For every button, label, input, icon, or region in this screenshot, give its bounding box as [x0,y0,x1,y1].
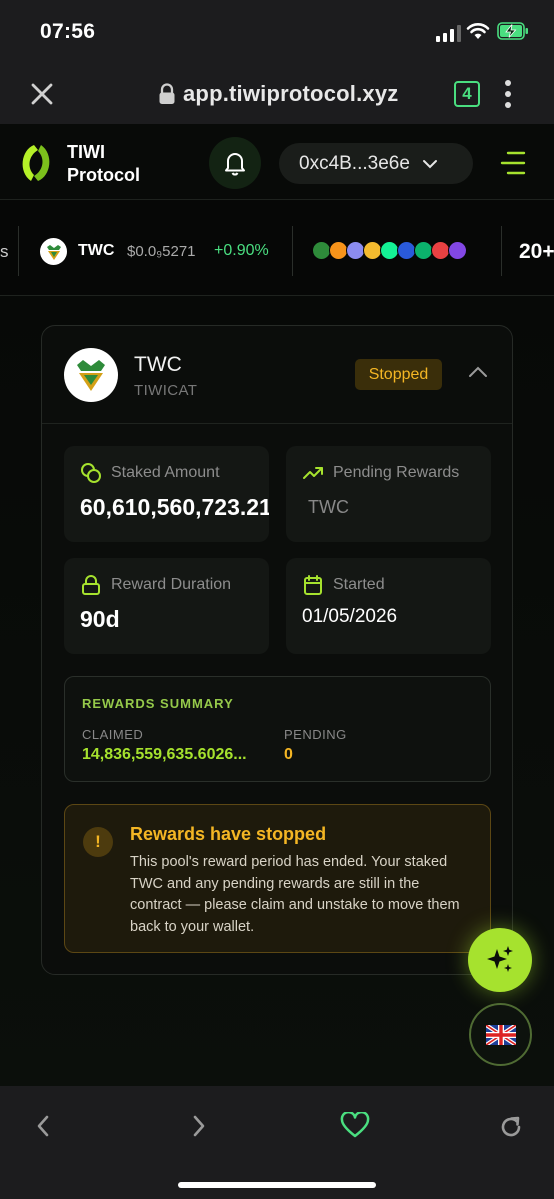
chevron-up-icon[interactable] [468,366,488,378]
language-selector-button[interactable] [469,1003,532,1066]
calendar-icon [304,575,322,595]
reload-icon[interactable] [497,1113,525,1141]
alert-title: Rewards have stopped [130,824,327,844]
ticker-divider [501,226,502,276]
tab-switcher-button[interactable]: 4 [454,81,480,107]
battery-charging-icon [497,22,528,40]
pool-token-symbol: TWC [134,353,182,376]
wallet-address-button[interactable]: 0xc4B...3e6e [279,143,473,184]
more-options-icon[interactable] [505,80,511,108]
lock-icon [159,83,175,104]
pool-token-name: TIWICAT [134,382,198,399]
app-header: TIWI Protocol 0xc4B...3e6e [0,124,554,200]
rewards-summary-title: REWARDS SUMMARY [82,696,234,711]
trending-up-icon [303,467,323,479]
twc-token-logo-icon [64,348,118,402]
clock: 07:56 [40,20,96,43]
ticker-previous-fragment: s [0,242,9,261]
forward-arrow-icon[interactable] [190,1114,208,1138]
uk-flag-icon [485,1024,516,1045]
browser-toolbar [0,1086,554,1199]
notifications-button[interactable] [209,137,261,189]
pending-rewards-label: Pending Rewards [333,464,460,481]
reward-duration-label: Reward Duration [111,576,232,593]
more-chains-count: 20+ [519,240,554,263]
browser-url-bar: app.tiwiprotocol.xyz 4 [0,66,554,124]
pending-value: 0 [284,746,293,763]
reward-duration-stat: Reward Duration 90d [64,558,269,654]
close-icon[interactable] [28,80,56,108]
rewards-stopped-alert: ! Rewards have stopped This pool's rewar… [64,804,491,953]
chevron-down-icon [422,159,437,168]
ticker-divider [18,226,19,276]
pending-rewards-value: TWC [308,497,349,517]
pending-label: PENDING [284,727,347,742]
ticker-change: +0.90% [214,242,269,259]
brand-name-line1: TIWI [67,142,105,162]
sparkles-icon [487,946,513,972]
ticker-symbol: TWC [78,242,115,259]
twc-token-icon [40,238,67,265]
back-arrow-icon[interactable] [34,1114,52,1138]
staked-amount-value: 60,610,560,723.21 [80,494,269,520]
started-date-stat: Started 01/05/2026 [286,558,491,654]
claimed-label: CLAIMED [82,727,144,742]
lock-icon [82,575,100,595]
hamburger-menu-icon[interactable] [500,151,526,175]
ticker-price: $0.0₉5271 [127,243,196,260]
pending-rewards-stat: Pending Rewards TWC [286,446,491,542]
chain-icon [448,241,467,260]
started-value: 01/05/2026 [302,606,398,627]
ticker-divider [292,226,293,276]
bell-icon [225,153,245,176]
started-label: Started [333,576,385,593]
tiwi-logo-icon[interactable] [16,142,56,184]
pool-card-header[interactable]: TWC TIWICAT Stopped [42,326,512,424]
warning-icon: ! [83,827,113,857]
staked-amount-label: Staked Amount [111,464,220,481]
cellular-signal-icon [436,24,461,42]
staked-amount-stat: Staked Amount 60,610,560,723.21 [64,446,269,542]
claimed-value: 14,836,559,635.6026... [82,746,247,763]
staking-pool-card: TWC TIWICAT Stopped Staked Amount 60,610… [41,325,513,975]
home-indicator [178,1182,376,1188]
pool-status-badge: Stopped [355,359,442,390]
rewards-summary: REWARDS SUMMARY CLAIMED 14,836,559,635.6… [64,676,491,782]
ai-assistant-button[interactable] [468,928,532,992]
wallet-address: 0xc4B...3e6e [299,152,410,174]
wifi-icon [466,23,490,39]
heart-icon[interactable] [340,1112,370,1139]
coins-icon [81,463,101,483]
status-bar: 07:56 [0,0,554,66]
address-bar-url[interactable]: app.tiwiprotocol.xyz [183,81,398,107]
brand-name-line2: Protocol [67,165,141,185]
reward-duration-value: 90d [80,606,120,632]
alert-message: This pool's reward period has ended. You… [130,854,460,935]
supported-chains-icons[interactable] [312,241,467,260]
price-ticker: s TWC $0.0₉5271 +0.90% 20+ [0,200,554,296]
